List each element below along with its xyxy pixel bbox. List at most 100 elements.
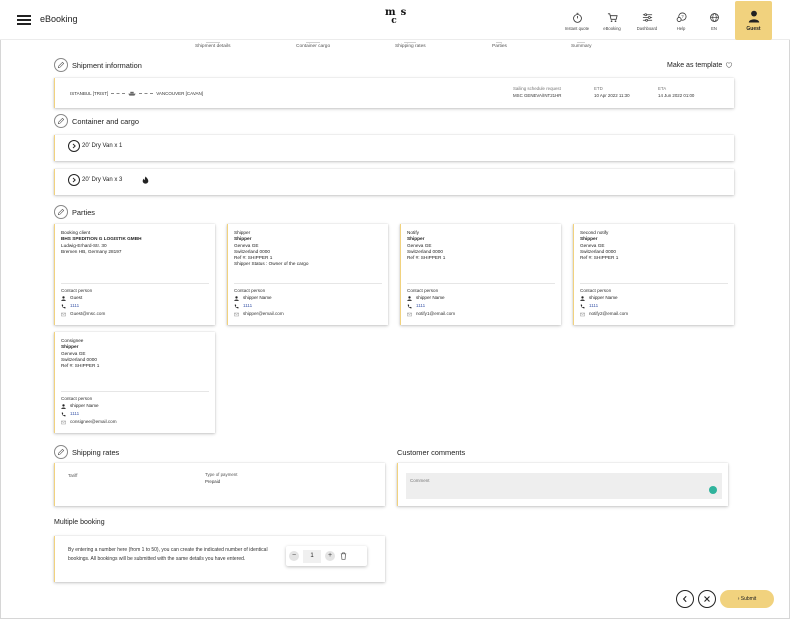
contact-person: Contact person shipper Name 1111 notify2@em… — [580, 283, 728, 318]
contact-email-row: notify2@email.com — [580, 310, 728, 318]
globe-icon — [709, 13, 719, 22]
route-dash — [139, 93, 154, 94]
payment-label: Type of payment — [205, 472, 238, 477]
party-details: Second notify Shipper Geneva GE Switzerland… — [580, 230, 728, 261]
party-address-line: Bremen HB, Germany 28197 — [61, 248, 122, 254]
trash-icon[interactable] — [340, 552, 347, 560]
party-card: Notify Shipper Geneva GE Switzerland 0000 Re… — [400, 224, 561, 325]
parties-heading: Parties — [72, 207, 96, 217]
user-icon — [61, 403, 66, 409]
contact-phone[interactable]: 1111 — [589, 302, 598, 310]
booking-count-stepper: − 1 + — [286, 546, 367, 566]
route: ISTANBUL [TRIST] VANCOUVER [CAVAN] — [70, 91, 203, 96]
hazard-flame-icon — [143, 176, 149, 184]
cargo-section-header: Container and cargo — [54, 114, 139, 128]
contact-email-row: notify1@email.com — [407, 310, 555, 318]
expand-cargo-button[interactable] — [68, 140, 80, 152]
phone-icon — [61, 412, 66, 416]
tariff: Tariff — [68, 473, 77, 480]
contact-name-row: shipper Name — [61, 402, 209, 410]
party-details: Booking client BHS SPEDITION G LOGISTIK G… — [61, 230, 209, 255]
pencil-icon — [57, 448, 65, 456]
contact-phone-row: 1111 — [61, 410, 209, 418]
contact-name-row: shipper Name — [580, 294, 728, 302]
comments-heading: Customer comments — [397, 448, 466, 457]
language-button[interactable]: EN — [697, 12, 731, 31]
help-chat-icon: ? — [676, 12, 686, 22]
menu-icon[interactable] — [17, 15, 31, 25]
contact-person: Contact person shipper Name 1111 shipper@em… — [234, 283, 382, 318]
contact-email[interactable]: shipper@email.com — [243, 310, 284, 318]
cargo-heading: Container and cargo — [72, 116, 139, 126]
expand-cargo-button[interactable] — [68, 174, 80, 186]
shipment-section-header: Shipment information — [54, 58, 142, 72]
contact-email-row: Guest@msc.com — [61, 310, 209, 318]
edit-shipment-button[interactable] — [54, 58, 68, 72]
contact-phone[interactable]: 1111 — [70, 302, 79, 310]
instant-quote-button[interactable]: Instant quote — [560, 12, 594, 31]
back-button[interactable] — [676, 590, 694, 608]
progress-steps: Shipment details Container cargo Shippin… — [0, 42, 790, 52]
dashboard-button[interactable]: Dashboard — [630, 12, 664, 31]
contact-phone-row: 1111 — [580, 302, 728, 310]
cargo-label: 20' Dry Van x 1 — [82, 143, 123, 149]
contact-name: Guest — [70, 295, 83, 300]
step-parties[interactable]: Parties — [492, 42, 507, 49]
edit-parties-button[interactable] — [54, 205, 68, 219]
party-card: Booking client BHS SPEDITION G LOGISTIK G… — [54, 224, 215, 325]
shipment-heading: Shipment information — [72, 60, 142, 70]
comment-input[interactable]: Comment — [406, 473, 722, 499]
pencil-icon — [57, 208, 65, 216]
guest-account-button[interactable]: Guest — [735, 1, 772, 40]
step-shipment-details[interactable]: Shipment details — [195, 42, 230, 49]
ship-icon — [128, 91, 136, 96]
help-button[interactable]: ? Help — [664, 12, 698, 31]
step-summary[interactable]: Summary — [571, 42, 592, 49]
svg-text:?: ? — [681, 14, 684, 19]
submit-button[interactable]: › Submit — [720, 590, 774, 608]
email-icon — [234, 312, 239, 316]
ebooking-button[interactable]: eBooking — [595, 12, 629, 31]
increment-button[interactable]: + — [325, 551, 335, 561]
schedule-value: MSC GENEVA/INT21HR — [513, 93, 562, 98]
email-icon — [580, 312, 585, 316]
cargo-card: 20' Dry Van x 3 — [54, 169, 734, 195]
phone-icon — [61, 304, 66, 308]
edit-rates-button[interactable] — [54, 445, 68, 459]
user-icon — [407, 295, 412, 301]
contact-email[interactable]: consignee@email.com — [70, 418, 117, 426]
make-template-link[interactable]: Make as template — [667, 61, 733, 69]
contact-name-row: shipper Name — [234, 294, 382, 302]
sailing-schedule: Sailing schedule request MSC GENEVA/INT2… — [513, 86, 561, 98]
party-details: Shipper Shipper Geneva GE Switzerland 0000 R… — [234, 230, 382, 268]
etd: ETD 10 Apr 2022 11:30 — [594, 86, 630, 98]
decrement-button[interactable]: − — [289, 551, 299, 561]
contact-email[interactable]: notify2@email.com — [589, 310, 628, 318]
eta-label: ETA — [658, 86, 667, 91]
step-shipping-rates[interactable]: Shipping rates — [395, 42, 426, 49]
edit-cargo-button[interactable] — [54, 114, 68, 128]
stopwatch-icon — [572, 12, 582, 23]
party-address-line: Ref #: SHIPPER 1 — [580, 255, 619, 261]
close-icon — [704, 596, 710, 602]
parties-section-header: Parties — [54, 205, 95, 219]
contact-phone[interactable]: 1111 — [243, 302, 252, 310]
contact-phone-row: 1111 — [61, 302, 209, 310]
msc-logo[interactable]: ms c — [381, 8, 407, 34]
contact-email[interactable]: notify1@email.com — [416, 310, 455, 318]
booking-count-input[interactable]: 1 — [303, 549, 321, 563]
etd-label: ETD — [594, 86, 603, 91]
party-address-line: Ref #: SHIPPER 1 — [61, 363, 100, 369]
schedule-label: Sailing schedule request — [513, 86, 561, 91]
contact-phone[interactable]: 1111 — [70, 410, 79, 418]
step-container-cargo[interactable]: Container cargo — [296, 42, 330, 49]
cancel-button[interactable] — [698, 590, 716, 608]
app-title: eBooking — [40, 14, 78, 24]
cargo-item: 20' Dry Van x 3 — [68, 174, 149, 186]
emoji-icon[interactable] — [709, 486, 717, 494]
contact-phone[interactable]: 1111 — [416, 302, 425, 310]
phone-icon — [234, 304, 239, 308]
contact-email[interactable]: Guest@msc.com — [70, 310, 105, 318]
phone-icon — [407, 304, 412, 308]
guest-label: Guest — [746, 26, 761, 32]
